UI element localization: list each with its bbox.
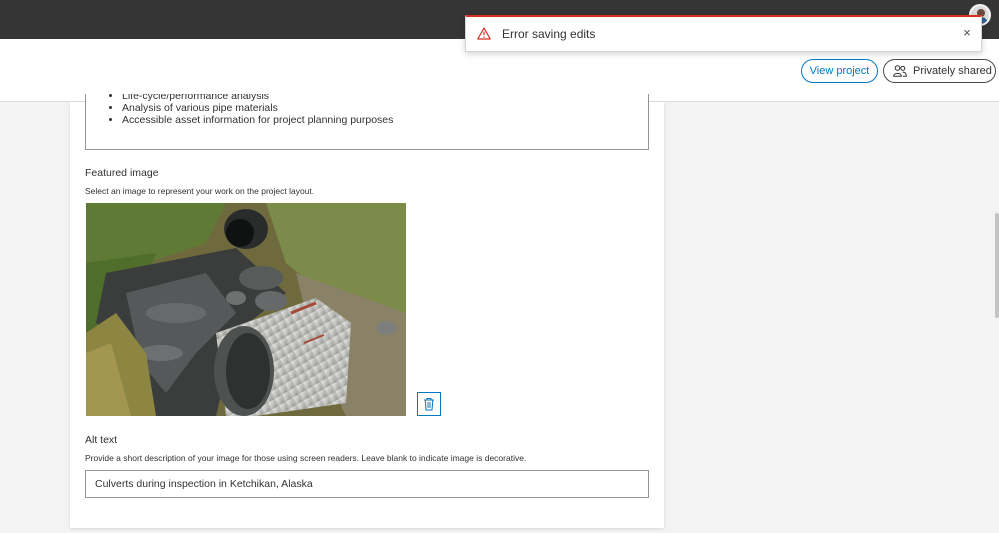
warning-triangle-icon — [477, 27, 491, 40]
toast-message: Error saving edits — [502, 27, 596, 41]
description-bullet-list: Life-cycle/performance analysis Analysis… — [122, 94, 393, 126]
people-icon — [893, 65, 907, 77]
list-item: Accessible asset information for project… — [122, 114, 393, 126]
error-toast: Error saving edits × — [465, 15, 982, 52]
page-scrollbar[interactable] — [995, 213, 999, 318]
list-item: Analysis of various pipe materials — [122, 102, 393, 114]
culvert-photo — [86, 203, 406, 416]
list-item: Life-cycle/performance analysis — [122, 94, 393, 102]
view-project-button[interactable]: View project — [801, 59, 878, 83]
remove-image-button[interactable] — [417, 392, 441, 416]
close-icon[interactable]: × — [960, 26, 974, 40]
description-editor[interactable]: Life-cycle/performance analysis Analysis… — [85, 94, 649, 150]
project-details-card: Life-cycle/performance analysis Analysis… — [70, 94, 664, 528]
alt-text-input[interactable] — [85, 470, 649, 498]
trash-icon — [424, 398, 434, 411]
alt-text-hint: Provide a short description of your imag… — [85, 453, 527, 463]
featured-image[interactable] — [86, 203, 406, 416]
sharing-button[interactable]: Privately shared — [883, 59, 996, 83]
alt-text-label: Alt text — [85, 434, 118, 446]
sharing-label: Privately shared — [913, 65, 992, 77]
featured-image-label: Featured image — [85, 167, 159, 179]
featured-image-hint: Select an image to represent your work o… — [85, 186, 315, 196]
